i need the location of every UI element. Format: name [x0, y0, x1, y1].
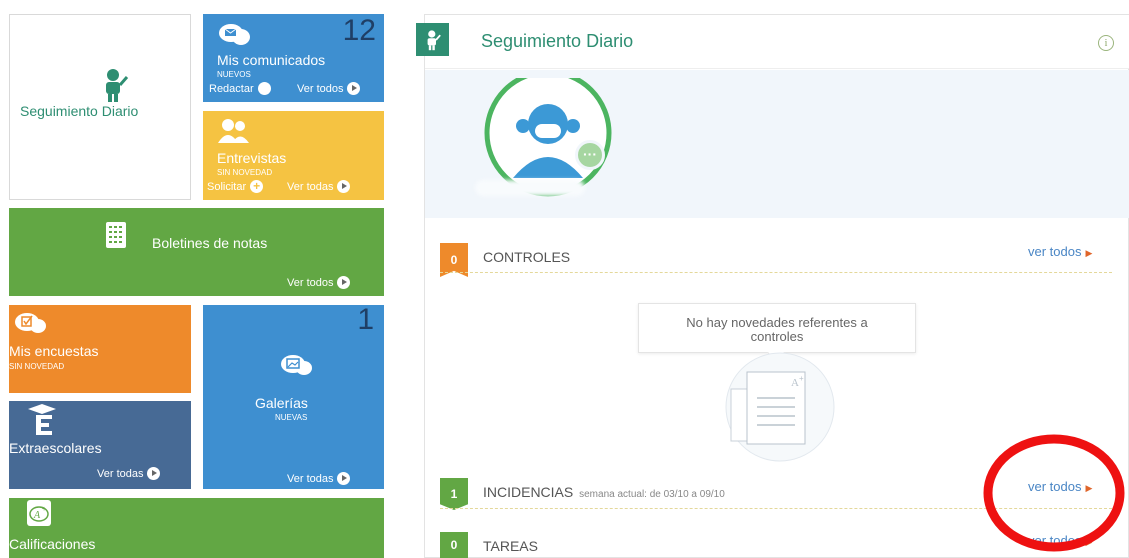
people-icon: [217, 117, 251, 150]
comunicados-ver-todos-link[interactable]: Ver todos: [297, 82, 361, 95]
entrevistas-status: SIN NOVEDAD: [217, 168, 273, 177]
seguimiento-label: Seguimiento Diario: [20, 103, 139, 119]
empty-state-message: No hay novedades referentes a controles: [686, 315, 868, 344]
survey-icon: [13, 311, 47, 342]
tile-mis-encuestas[interactable]: Mis encuestas SIN NOVEDAD: [9, 305, 191, 393]
controles-title: CONTROLES: [483, 249, 571, 265]
extraescolares-ver-todas-link[interactable]: Ver todas: [97, 467, 161, 480]
document-graded-icon: A +: [707, 352, 853, 467]
tareas-count-badge: 0: [440, 532, 468, 558]
redactar-link[interactable]: Redactar: [209, 82, 271, 95]
controles-ver-todos-link[interactable]: ver todos ▶: [1028, 244, 1092, 259]
graduation-icon: [25, 403, 59, 442]
svg-text:A: A: [33, 510, 41, 521]
comunicados-title: Mis comunicados: [217, 52, 326, 68]
extraescolares-title: Extraescolares: [9, 440, 102, 456]
tareas-title: TAREAS: [483, 538, 538, 554]
galerias-status: NUEVAS: [275, 413, 308, 422]
tile-entrevistas[interactable]: Entrevistas SIN NOVEDAD Solicitar + Ver …: [203, 111, 384, 200]
entrevistas-title: Entrevistas: [217, 150, 287, 166]
incidencias-subtitle: semana actual: de 03/10 a 09/10: [579, 489, 725, 500]
incidencias-count-badge: 1: [440, 478, 468, 510]
galerias-count: 1: [357, 305, 374, 336]
controles-divider: [440, 272, 1112, 273]
entrevistas-ver-todas-link[interactable]: Ver todas: [287, 180, 351, 193]
chat-icon: [217, 22, 251, 53]
student-name-redacted: [475, 180, 585, 196]
comunicados-status: NUEVOS: [217, 70, 251, 79]
solicitar-link[interactable]: Solicitar +: [207, 180, 264, 193]
boletines-ver-todos-link[interactable]: Ver todos: [287, 276, 351, 289]
avatar-area: ···: [425, 69, 1129, 218]
svg-text:+: +: [799, 374, 804, 383]
plus-icon: +: [250, 180, 264, 193]
pencil-icon: [257, 82, 271, 95]
red-annotation-circle: [982, 433, 1127, 558]
galerias-title: Galerías: [255, 395, 308, 411]
gallery-icon: [279, 353, 313, 384]
play-icon: [347, 82, 361, 95]
incidencias-title: INCIDENCIAS semana actual: de 03/10 a 09…: [483, 484, 725, 500]
play-icon: [337, 276, 351, 289]
tile-galerias[interactable]: 1 Galerías NUEVAS Ver todas: [203, 305, 384, 489]
tile-boletines[interactable]: Boletines de notas Ver todos: [9, 208, 384, 296]
svg-text:A: A: [791, 377, 799, 389]
tile-calificaciones[interactable]: A + Calificaciones: [9, 498, 384, 558]
boletines-title: Boletines de notas: [152, 235, 268, 251]
play-icon: [147, 467, 161, 480]
galerias-ver-todas-link[interactable]: Ver todas: [287, 472, 351, 485]
play-icon: [337, 472, 351, 485]
panel-header: Seguimiento Diario i: [416, 15, 1129, 69]
tile-seguimiento-diario[interactable]: Seguimiento Diario: [9, 14, 191, 200]
play-icon: [337, 180, 351, 193]
tile-extraescolares[interactable]: Extraescolares Ver todas: [9, 401, 191, 489]
info-icon[interactable]: i: [1098, 35, 1114, 51]
svg-text:+: +: [42, 506, 46, 513]
document-icon: [105, 221, 127, 254]
header-student-icon: [416, 23, 449, 56]
encuestas-title: Mis encuestas: [9, 343, 99, 359]
grade-icon: A +: [25, 498, 55, 533]
arrow-right-icon: ▶: [1085, 248, 1093, 258]
encuestas-status: SIN NOVEDAD: [9, 362, 65, 371]
comunicados-count: 12: [342, 14, 376, 47]
message-icon[interactable]: ···: [575, 140, 605, 170]
tile-mis-comunicados[interactable]: 12 Mis comunicados NUEVOS Redactar Ver t…: [203, 14, 384, 102]
panel-title: Seguimiento Diario: [481, 31, 634, 51]
calificaciones-title: Calificaciones: [9, 536, 96, 552]
